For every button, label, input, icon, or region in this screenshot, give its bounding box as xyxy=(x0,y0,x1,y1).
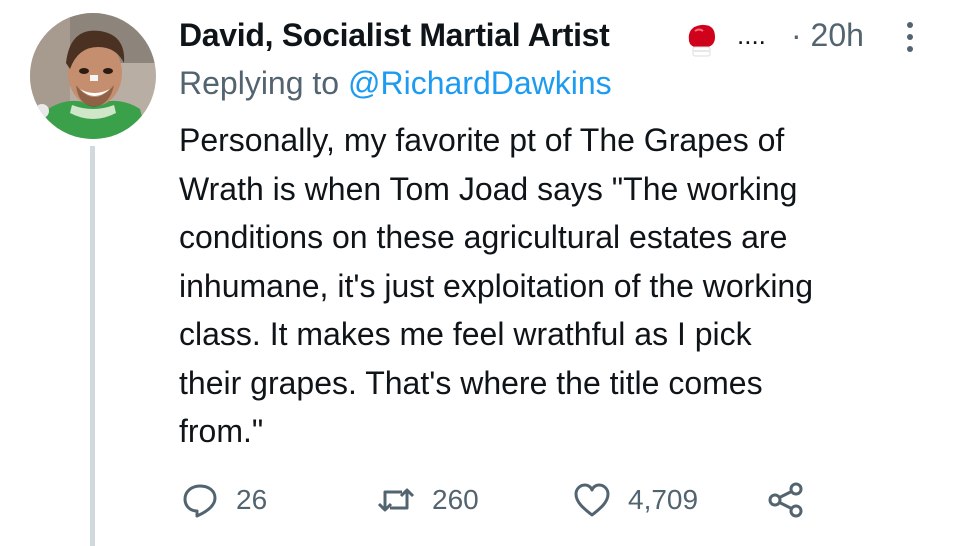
display-name[interactable]: David, Socialist Martial Artist xyxy=(179,14,610,56)
thread-line xyxy=(90,146,95,546)
share-button[interactable] xyxy=(766,478,806,522)
action-bar: 26 260 4,709 xyxy=(180,478,820,522)
tweet-text-line: their grapes. That's where the title com… xyxy=(179,364,763,401)
tweet-header: David, Socialist Martial Artist .... · 2… xyxy=(179,14,939,58)
retweet-button[interactable]: 260 xyxy=(376,478,479,522)
tweet-text-line: inhumane, it's just exploitation of the … xyxy=(179,267,814,304)
tweet-text-line: from." xyxy=(179,413,264,449)
retweet-icon xyxy=(377,488,415,512)
reply-count: 26 xyxy=(236,484,268,515)
like-count: 4,709 xyxy=(628,484,699,515)
name-truncation: .... xyxy=(737,20,766,50)
tweet-text: Personally, my favorite pt of The Grapes… xyxy=(179,116,949,456)
reply-button[interactable]: 26 xyxy=(180,478,267,522)
share-icon xyxy=(768,482,803,518)
boxing-glove-icon xyxy=(688,24,715,57)
avatar-photo xyxy=(30,13,156,139)
like-button[interactable]: 4,709 xyxy=(572,478,698,522)
like-icon xyxy=(574,483,610,517)
reply-icon xyxy=(183,484,217,518)
retweet-count: 260 xyxy=(432,484,479,515)
tweet-text-line: Personally, my favorite pt of The Grapes… xyxy=(179,122,785,158)
tweet-text-line: class. It makes me feel wrathful as I pi… xyxy=(179,316,752,352)
more-vertical-icon[interactable] xyxy=(904,20,916,54)
replying-to-label: Replying to xyxy=(179,65,348,101)
timestamp[interactable]: · 20h xyxy=(791,14,864,56)
tweet-text-line: conditions on these agricultural estates… xyxy=(179,219,788,255)
mention-link[interactable]: @RichardDawkins xyxy=(348,65,612,101)
tweet-text-line: Wrath is when Tom Joad says "The working xyxy=(179,170,798,207)
replying-to: Replying to @RichardDawkins xyxy=(179,62,612,104)
avatar[interactable] xyxy=(30,13,156,139)
tweet: David, Socialist Martial Artist .... · 2… xyxy=(0,0,960,546)
